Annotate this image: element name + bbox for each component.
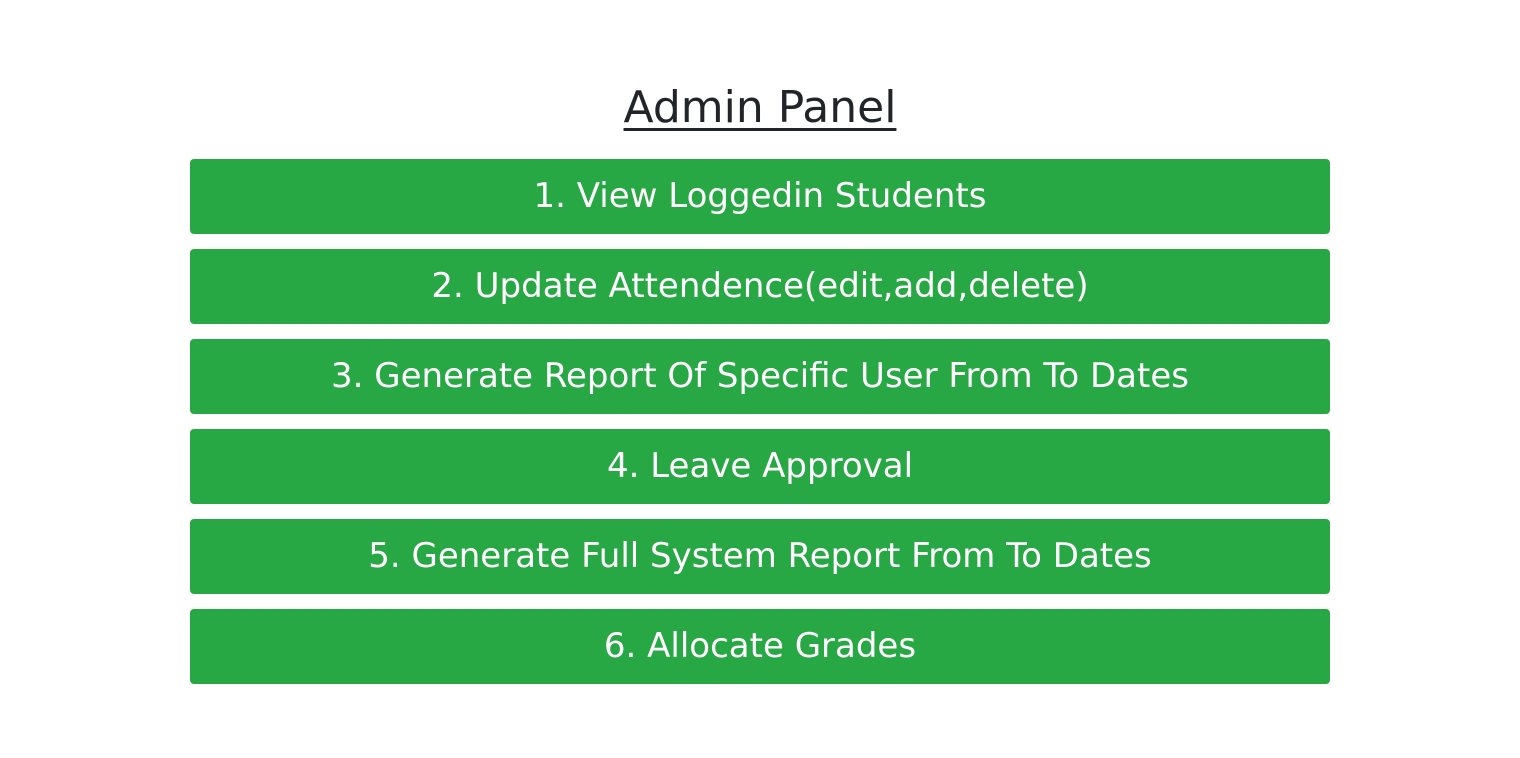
view-loggedin-students-button[interactable]: 1. View Loggedin Students [190,159,1330,234]
allocate-grades-button[interactable]: 6. Allocate Grades [190,609,1330,684]
leave-approval-button[interactable]: 4. Leave Approval [190,429,1330,504]
page-title: Admin Panel [623,82,897,133]
admin-menu: 1. View Loggedin Students 2. Update Atte… [190,159,1330,684]
admin-panel-page: Admin Panel 1. View Loggedin Students 2.… [0,0,1520,758]
generate-system-report-button[interactable]: 5. Generate Full System Report From To D… [190,519,1330,594]
generate-user-report-button[interactable]: 3. Generate Report Of Specific User From… [190,339,1330,414]
update-attendance-button[interactable]: 2. Update Attendence(edit,add,delete) [190,249,1330,324]
